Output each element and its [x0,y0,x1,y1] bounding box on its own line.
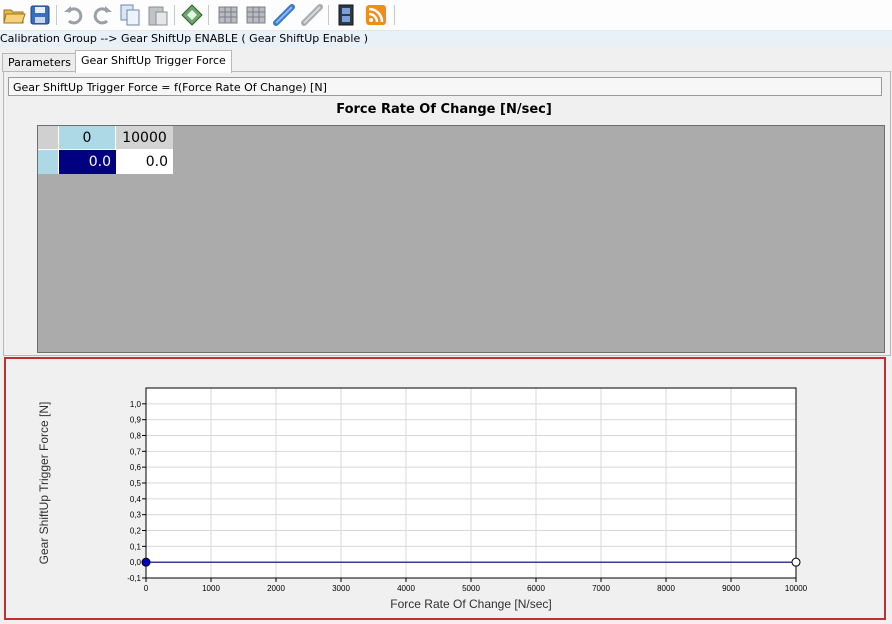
y-tick-label: 0,2 [130,527,142,536]
x-tick-label: 10000 [785,584,808,593]
grid-icon[interactable] [216,3,240,27]
data-point [141,557,151,567]
y-tick-label: 1,0 [130,400,142,409]
x-tick-label: 8000 [657,584,675,593]
formula-label: Gear ShiftUp Trigger Force = f(Force Rat… [8,77,882,96]
x-tick-label: 9000 [722,584,740,593]
breadcrumb: Calibration Group --> Gear ShiftUp ENABL… [0,31,892,47]
value-cell-selected[interactable]: 0.0 [59,150,116,174]
table-panel: Gear ShiftUp Trigger Force = f(Force Rat… [3,71,891,356]
x-tick-label: 1000 [202,584,220,593]
y-tick-label: 0,6 [130,463,142,472]
tab-parameters[interactable]: Parameters [2,53,77,72]
x-axis-label: Force Rate Of Change [N/sec] [390,597,551,611]
y-tick-label: 0,7 [130,447,142,456]
redo-icon[interactable] [90,3,114,27]
folder-open-icon[interactable] [2,3,26,27]
film-icon[interactable] [334,3,358,27]
y-tick-label: 0,8 [130,432,142,441]
x-tick-label: 4000 [397,584,415,593]
x-tick-label: 5000 [462,584,480,593]
row-header-cell[interactable] [38,150,59,174]
table-axis-title: Force Rate Of Change [N/sec] [336,102,552,117]
tab-bar: Parameters Gear ShiftUp Trigger Force [0,49,892,73]
diamond-icon[interactable] [180,3,204,27]
y-tick-label: 0,0 [130,558,142,567]
data-point [791,557,801,567]
y-tick-label: 0,9 [130,416,142,425]
x-header-cell[interactable]: 0 [59,126,116,150]
x-tick-label: 6000 [527,584,545,593]
grid-alt-icon[interactable] [244,3,268,27]
link-icon[interactable] [272,3,296,27]
line-chart: -0,1 0,0 0,1 0,2 0,3 0,4 0,5 0,6 0,7 0,8 0,9 1,0 0 10… [37,387,808,611]
x-tick-label: 3000 [332,584,350,593]
y-tick-label: 0,3 [130,511,142,520]
x-tick-label: 7000 [592,584,610,593]
y-tick-label: 0,1 [130,542,142,551]
undo-icon[interactable] [62,3,86,27]
value-cell[interactable]: 0.0 [116,150,173,174]
y-tick-label: 0,5 [130,479,142,488]
y-tick-label: 0,4 [130,495,142,504]
calibration-table: 0 10000 0.0 0.0 [37,125,885,353]
chart-panel: -0,1 0,0 0,1 0,2 0,3 0,4 0,5 0,6 0,7 0,8 0,9 1,0 0 10… [4,357,886,620]
rss-icon[interactable] [364,3,388,27]
copy-icon[interactable] [118,3,142,27]
save-icon[interactable] [28,3,52,27]
link-disabled-icon[interactable] [300,3,324,27]
y-tick-label: -0,1 [127,574,141,583]
paste-icon[interactable] [146,3,170,27]
tab-gear-shiftup-trigger-force[interactable]: Gear ShiftUp Trigger Force [75,50,232,73]
x-tick-label: 2000 [267,584,285,593]
y-axis-label: Gear ShiftUp Trigger Force [N] [37,402,51,565]
toolbar [0,0,892,31]
x-tick-label: 0 [144,584,149,593]
x-header-cell[interactable]: 10000 [116,126,173,150]
table-corner [38,126,59,150]
